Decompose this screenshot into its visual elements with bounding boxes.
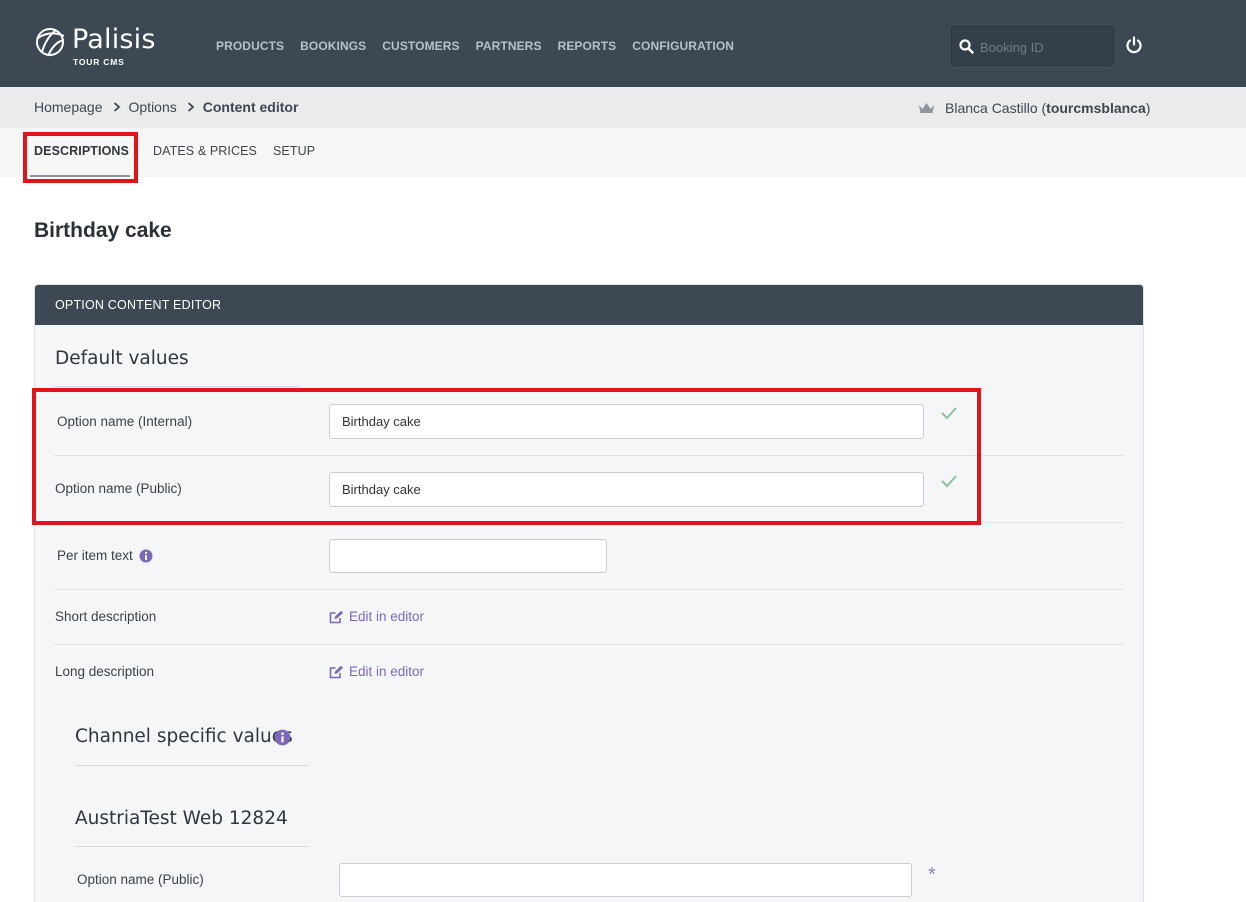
crown-icon [919,102,934,113]
section-divider [75,765,309,766]
breadcrumb-current: Content editor [202,99,299,115]
page-title: Birthday cake [34,219,172,242]
channel-name-title: AustriaTest Web 12824 [75,808,288,829]
edit-icon [329,665,343,678]
nav-products[interactable]: PRODUCTS [216,39,284,53]
section-divider [54,386,299,387]
check-icon [941,407,957,420]
long-description-edit-label: Edit in editor [349,664,425,679]
user-name-close: ) [1145,100,1151,116]
public-name-label: Option name (Public) [55,481,182,496]
row-divider [54,455,1123,456]
brand-name: Palisis [72,24,156,55]
row-divider [54,589,1123,590]
edit-icon [329,610,343,623]
info-icon[interactable] [274,729,291,746]
info-icon[interactable] [139,549,153,563]
top-navbar: Palisis TOUR CMS PRODUCTS BOOKINGS CUSTO… [0,0,1246,87]
long-description-label: Long description [55,664,155,679]
per-item-text-label: Per item text [57,548,133,563]
breadcrumb-homepage[interactable]: Homepage [34,99,103,115]
public-name-input[interactable] [329,472,924,507]
booking-id-input[interactable] [980,36,1108,58]
row-divider [54,644,1123,645]
default-values-title: Default values [55,348,189,369]
nav-reports[interactable]: REPORTS [558,39,617,53]
chevron-right-icon [187,102,195,112]
internal-name-input[interactable] [329,404,924,439]
tab-bar: DESCRIPTIONS DATES & PRICES SETUP [0,128,1246,177]
long-description-edit-link[interactable]: Edit in editor [329,664,424,679]
palisis-logo[interactable]: Palisis TOUR CMS [34,24,164,68]
breadcrumb-bar: Homepage Options Content editor Blanca C… [0,87,1246,128]
tab-descriptions[interactable]: DESCRIPTIONS [34,144,129,158]
breadcrumb-options[interactable]: Options [129,99,177,115]
brand-subtitle: TOUR CMS [73,57,125,67]
section-divider [75,846,309,847]
power-icon[interactable] [1125,36,1143,54]
active-tab-indicator [30,175,130,177]
tab-setup[interactable]: SETUP [273,144,315,158]
channel-specific-title: Channel specific values [75,726,293,747]
internal-name-label: Option name (Internal) [57,414,193,429]
chevron-right-icon [113,102,120,112]
nav-bookings[interactable]: BOOKINGS [300,39,366,53]
search-icon[interactable] [959,39,974,54]
short-description-edit-label: Edit in editor [349,609,425,624]
channel-public-name-input[interactable] [339,863,912,897]
globe-logo-icon [36,28,65,57]
nav-customers[interactable]: CUSTOMERS [382,39,459,53]
breadcrumb: Homepage Options Content editor [34,99,298,115]
user-info[interactable]: Blanca Castillo (tourcmsblanca) [918,100,1150,116]
short-description-edit-link[interactable]: Edit in editor [329,609,424,624]
panel-header: OPTION CONTENT EDITOR [35,285,1143,325]
row-divider [54,522,1123,523]
panel-header-title: OPTION CONTENT EDITOR [55,298,222,312]
main-nav: PRODUCTS BOOKINGS CUSTOMERS PARTNERS REP… [216,39,750,53]
tab-dates-prices[interactable]: DATES & PRICES [153,144,257,158]
channel-public-name-label: Option name (Public) [77,872,204,887]
nav-partners[interactable]: PARTNERS [476,39,542,53]
user-name: Blanca Castillo ( [945,100,1047,116]
booking-search [951,26,1114,66]
nav-configuration[interactable]: CONFIGURATION [632,39,734,53]
user-username: tourcmsblanca [1046,100,1146,116]
required-asterisk: * [928,864,936,886]
short-description-label: Short description [55,609,157,624]
per-item-text-input[interactable] [329,539,607,573]
check-icon [941,475,957,488]
